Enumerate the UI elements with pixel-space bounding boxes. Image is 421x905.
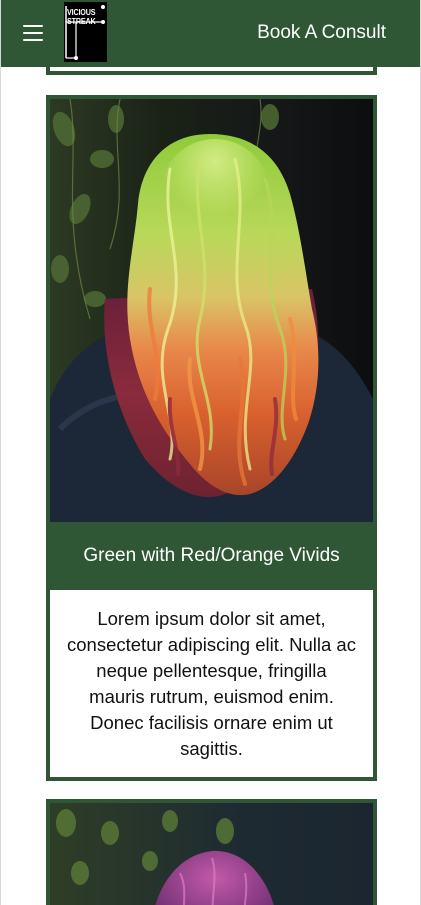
- menu-bar: [23, 39, 43, 41]
- purple-vivid-hair-photo: [50, 803, 373, 905]
- menu-bar: [23, 32, 43, 34]
- menu-bar: [23, 25, 43, 27]
- hamburger-menu-icon[interactable]: [23, 24, 43, 42]
- gallery-card-title: Green with Red/Orange Vivids: [83, 545, 340, 566]
- gallery-card-description: Lorem ipsum dolor sit amet, consectetur …: [50, 590, 373, 777]
- green-red-orange-vivid-hair-photo: [50, 99, 373, 522]
- gallery-card: [46, 799, 377, 905]
- gallery-card: Green with Red/Orange Vivids Lorem ipsum…: [46, 95, 377, 781]
- page: VICIOUS STREAK Book A Consult Green with…: [0, 0, 421, 905]
- book-consult-link[interactable]: Book A Consult: [257, 22, 386, 44]
- site-header: VICIOUS STREAK Book A Consult: [1, 0, 420, 67]
- logo-frame-mark: [65, 5, 105, 60]
- vicious-streak-logo[interactable]: VICIOUS STREAK: [62, 2, 107, 62]
